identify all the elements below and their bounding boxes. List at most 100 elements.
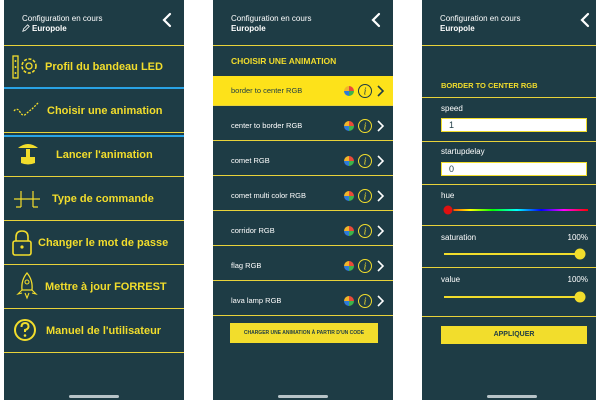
home-indicator[interactable] (278, 395, 328, 398)
color-wheel-icon (344, 191, 354, 201)
info-icon[interactable]: i (358, 154, 372, 168)
divider (422, 97, 596, 98)
pencil-icon[interactable] (22, 24, 30, 32)
chevron-right-icon[interactable] (377, 120, 385, 132)
value-percent: 100% (567, 275, 588, 284)
saturation-slider[interactable] (442, 247, 590, 261)
color-wheel-icon (344, 156, 354, 166)
animation-row-center-to-border[interactable]: center to border RGB i (213, 111, 393, 141)
menu-label: Type de commande (52, 193, 154, 205)
menu-label: Manuel de l'utilisateur (46, 325, 162, 337)
apply-button[interactable]: APPLIQUER (441, 326, 587, 344)
hue-label: hue (441, 191, 455, 200)
animation-settings-screen: Configuration en cours Europole BORDER T… (422, 0, 596, 400)
animation-label: border to center RGB (231, 86, 303, 95)
help-circle-icon (14, 319, 36, 341)
config-name: Europole (231, 24, 266, 33)
chevron-right-icon[interactable] (377, 190, 385, 202)
config-label: Configuration en cours (440, 14, 521, 23)
home-indicator[interactable] (487, 395, 537, 398)
saturation-label: saturation (441, 233, 477, 242)
info-icon[interactable]: i (358, 294, 372, 308)
animation-label: corridor RGB (231, 226, 275, 235)
info-icon[interactable]: i (358, 224, 372, 238)
info-icon[interactable]: i (358, 84, 372, 98)
config-name: Europole (32, 24, 67, 33)
svg-text:i: i (364, 227, 367, 238)
chevron-right-icon[interactable] (377, 295, 385, 307)
chevron-right-icon[interactable] (377, 155, 385, 167)
value-slider-handle[interactable] (574, 291, 586, 303)
saturation-percent: 100% (567, 233, 588, 242)
app-header: Configuration en cours Europole (4, 0, 184, 46)
rocket-icon (16, 272, 38, 300)
chevron-right-icon[interactable] (377, 225, 385, 237)
menu-label: Profil du bandeau LED (45, 61, 163, 73)
svg-text:i: i (364, 122, 367, 133)
selection-highlight (4, 87, 184, 137)
animation-row-comet-multi-color[interactable]: comet multi color RGB i (213, 181, 393, 211)
main-menu-screen: Configuration en cours Europole Profil d… (4, 0, 184, 400)
menu-item-start-animation[interactable]: Lancer l'animation (4, 133, 184, 177)
info-icon[interactable]: i (358, 189, 372, 203)
animation-label: comet RGB (231, 156, 270, 165)
menu-label: Changer le mot de passe (38, 237, 169, 249)
divider (422, 184, 596, 185)
animation-row-flag[interactable]: flag RGB i (213, 251, 393, 281)
svg-text:i: i (364, 192, 367, 203)
menu-item-led-profile[interactable]: Profil du bandeau LED (4, 45, 184, 89)
animation-list-screen: Configuration en cours Europole CHOISIR … (213, 0, 393, 400)
led-strip-settings-icon (12, 55, 37, 79)
svg-text:i: i (364, 157, 367, 168)
animation-label: comet multi color RGB (231, 191, 307, 200)
lamp-icon (18, 144, 38, 165)
padlock-icon (12, 230, 32, 256)
menu-item-command-type[interactable]: Type de commande (4, 177, 184, 221)
speed-input[interactable]: 1 (441, 118, 587, 132)
svg-text:i: i (364, 297, 367, 308)
saturation-slider-handle[interactable] (574, 248, 586, 260)
startupdelay-label: startupdelay (441, 147, 485, 156)
menu-label: Mettre à jour FORREST (45, 281, 167, 293)
speed-label: speed (441, 104, 463, 113)
color-wheel-icon (344, 86, 354, 96)
back-chevron-icon[interactable] (162, 12, 172, 28)
svg-text:i: i (364, 262, 367, 273)
animation-row-border-to-center[interactable]: border to center RGB i (213, 76, 393, 106)
info-icon[interactable]: i (358, 119, 372, 133)
animation-row-lava-lamp[interactable]: lava lamp RGB i (213, 286, 393, 316)
app-header: Configuration en cours Europole (213, 0, 393, 46)
app-header: Configuration en cours Europole (422, 0, 596, 46)
divider (422, 267, 596, 268)
startupdelay-input[interactable]: 0 (441, 162, 587, 176)
animation-label: lava lamp RGB (231, 296, 282, 305)
animation-row-comet[interactable]: comet RGB i (213, 146, 393, 176)
divider (422, 225, 596, 226)
animation-title: BORDER TO CENTER RGB (441, 81, 538, 90)
animation-row-corridor[interactable]: corridor RGB i (213, 216, 393, 246)
config-label: Configuration en cours (22, 14, 103, 23)
menu-item-user-manual[interactable]: Manuel de l'utilisateur (4, 309, 184, 353)
value-label: value (441, 275, 461, 284)
back-chevron-icon[interactable] (580, 12, 590, 28)
divider (422, 141, 596, 142)
info-icon[interactable]: i (358, 259, 372, 273)
color-wheel-icon (344, 226, 354, 236)
svg-text:i: i (364, 87, 367, 98)
load-animation-from-code-button[interactable]: CHARGER UNE ANIMATION À PARTIR D'UN CODE (230, 323, 378, 343)
chevron-right-icon[interactable] (377, 260, 385, 272)
hue-slider[interactable] (442, 203, 590, 217)
home-indicator[interactable] (69, 395, 119, 398)
divider (422, 316, 596, 317)
chevron-right-icon[interactable] (377, 85, 385, 97)
menu-label: Lancer l'animation (56, 149, 153, 161)
back-chevron-icon[interactable] (371, 12, 381, 28)
animation-label: center to border RGB (231, 121, 303, 130)
menu-item-update-forrest[interactable]: Mettre à jour FORREST (4, 265, 184, 309)
color-wheel-icon (344, 296, 354, 306)
config-label: Configuration en cours (231, 14, 312, 23)
color-wheel-icon (344, 261, 354, 271)
menu-item-change-password[interactable]: Changer le mot de passe (4, 221, 184, 265)
hue-slider-handle[interactable] (442, 204, 454, 216)
value-slider[interactable] (442, 290, 590, 304)
